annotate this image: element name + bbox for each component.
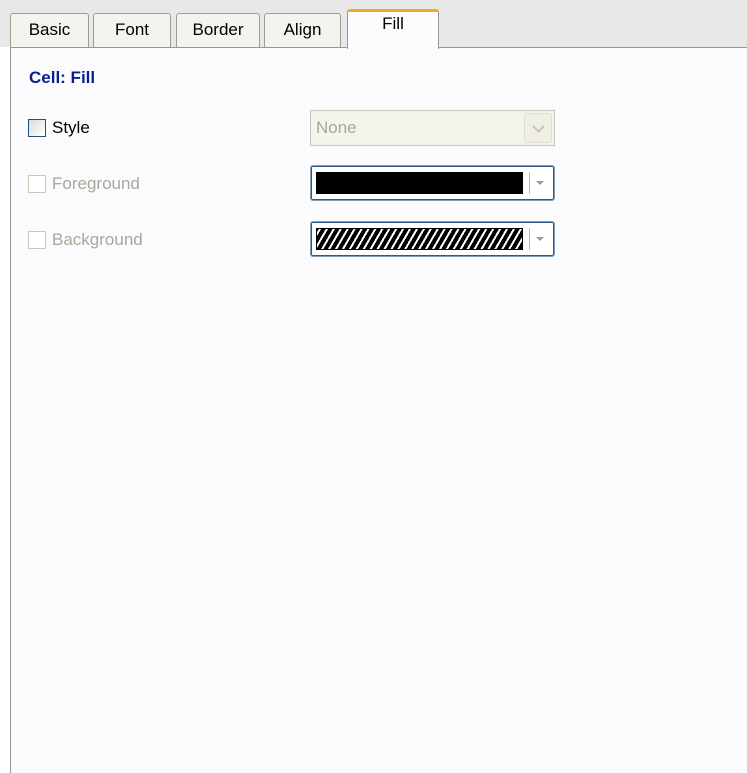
tab-font[interactable]: Font (93, 13, 171, 47)
tab-strip: Basic Font Border Align Fill (0, 0, 747, 49)
foreground-color-picker[interactable] (310, 165, 555, 201)
tab-align[interactable]: Align (264, 13, 341, 47)
foreground-color-swatch (316, 172, 523, 194)
fill-properties-panel: Cell: Fill Style None Foreground Backgro… (10, 47, 747, 773)
section-title: Cell: Fill (29, 68, 96, 87)
background-color-picker[interactable] (310, 221, 555, 257)
foreground-row: Foreground (28, 172, 140, 196)
background-pattern-swatch (316, 228, 523, 250)
style-checkbox[interactable] (28, 119, 46, 137)
foreground-checkbox (28, 175, 46, 193)
tab-border[interactable]: Border (176, 13, 260, 47)
style-row: Style (28, 116, 90, 140)
color-picker-divider (529, 228, 530, 250)
background-label: Background (52, 230, 143, 249)
style-dropdown-value: None (316, 118, 357, 137)
background-dropdown-button[interactable] (532, 229, 548, 249)
chevron-down-icon (532, 120, 545, 133)
background-row: Background (28, 228, 143, 252)
dropdown-arrow-icon (536, 181, 544, 185)
style-label: Style (52, 118, 90, 137)
color-picker-divider (529, 172, 530, 194)
foreground-label: Foreground (52, 174, 140, 193)
background-checkbox (28, 231, 46, 249)
tab-basic[interactable]: Basic (10, 13, 89, 47)
style-dropdown-button (524, 113, 552, 143)
foreground-dropdown-button[interactable] (532, 173, 548, 193)
style-dropdown: None (310, 110, 555, 146)
dropdown-arrow-icon (536, 237, 544, 241)
tab-fill[interactable]: Fill (347, 9, 439, 49)
